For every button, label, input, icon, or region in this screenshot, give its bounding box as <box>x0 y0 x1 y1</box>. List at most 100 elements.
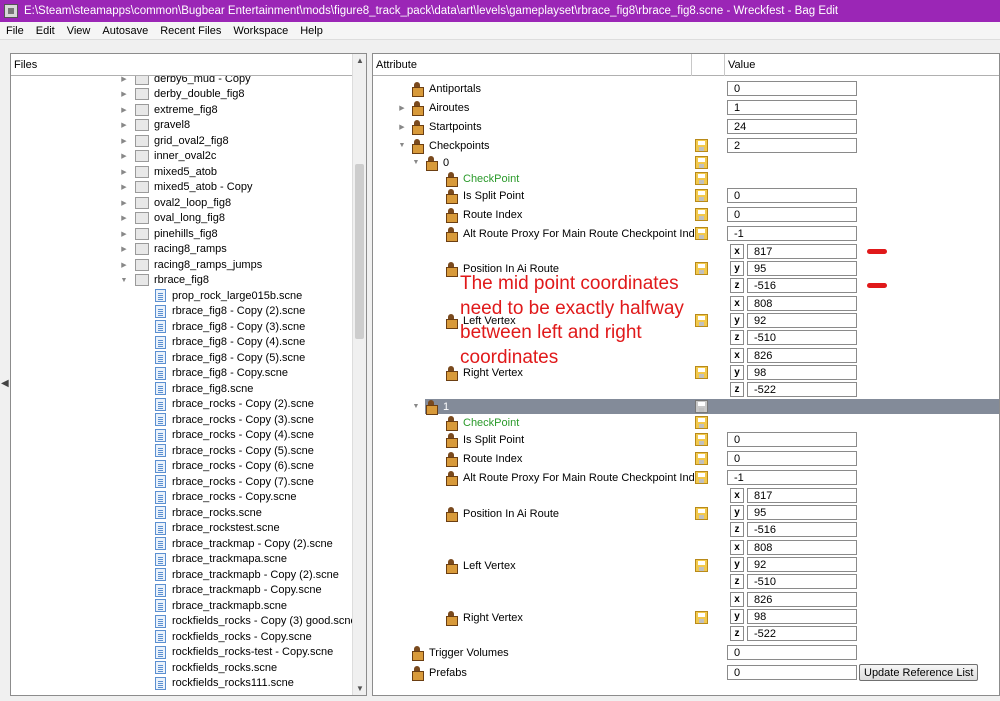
menu-file[interactable]: File <box>0 25 30 37</box>
right-vertex-z-value[interactable] <box>747 626 857 641</box>
folder-tree-item[interactable]: ▶ extreme_fig8 <box>119 102 218 117</box>
save-icon[interactable] <box>695 208 708 221</box>
is-split-point-value[interactable] <box>727 432 857 447</box>
file-tree-item[interactable]: rbrace_rockstest.scne <box>155 521 280 536</box>
file-tree-item[interactable]: rbrace_fig8 - Copy.scne <box>155 366 288 381</box>
expand-arrow-icon[interactable]: ▶ <box>119 90 129 98</box>
folder-tree-item[interactable]: ▶ pinehills_fig8 <box>119 226 218 241</box>
folder-tree-item[interactable]: ▶ racing8_ramps <box>119 242 227 257</box>
row-route-index[interactable]: Route Index <box>445 206 522 223</box>
scroll-thumb[interactable] <box>355 164 364 339</box>
route-index-value[interactable] <box>727 207 857 222</box>
save-icon[interactable] <box>695 172 708 185</box>
file-tree-item[interactable]: rockfields_rocks - Copy (3) good.scne <box>155 614 352 629</box>
column-value[interactable]: Value <box>728 59 755 71</box>
files-tree[interactable]: ▶ derby6_mud - Copy ▶ derby_double_fig8 ▶ ext… <box>11 76 352 695</box>
column-divider[interactable] <box>691 54 692 76</box>
expand-arrow-icon[interactable]: ▶ <box>119 106 129 114</box>
position-y-value[interactable] <box>747 261 857 276</box>
scroll-up-arrow-icon[interactable]: ▲ <box>353 54 366 68</box>
folder-tree-item[interactable]: ▶ mixed5_atob <box>119 164 217 179</box>
position-x-value[interactable] <box>747 488 857 503</box>
save-icon[interactable] <box>695 559 708 572</box>
file-tree-item[interactable]: rbrace_fig8.scne <box>155 381 253 396</box>
scroll-down-arrow-icon[interactable]: ▼ <box>353 682 366 695</box>
position-y-value[interactable] <box>747 505 857 520</box>
folder-tree-item[interactable]: ▶ gravel8 <box>119 118 190 133</box>
startpoints-value[interactable] <box>727 119 857 134</box>
left-vertex-z-value[interactable] <box>747 330 857 345</box>
folder-tree-item[interactable]: ▶ mixed5_atob - Copy <box>119 180 252 195</box>
folder-tree-item[interactable]: ▼ rbrace_fig8 <box>119 273 209 288</box>
folder-tree-item[interactable]: ▶ racing8_ramps_jumps <box>119 257 262 272</box>
folder-tree-item[interactable]: ▶ oval_long_fig8 <box>119 211 225 226</box>
column-attribute[interactable]: Attribute <box>376 59 417 71</box>
row-right-vertex[interactable]: Right Vertex <box>445 609 523 626</box>
row-antiportals[interactable]: Antiportals <box>397 80 481 97</box>
save-icon[interactable] <box>695 416 708 429</box>
save-icon[interactable] <box>695 433 708 446</box>
left-vertex-y-value[interactable] <box>747 557 857 572</box>
left-vertex-x-value[interactable] <box>747 540 857 555</box>
expand-arrow-icon[interactable]: ▶ <box>119 168 129 176</box>
right-vertex-x-value[interactable] <box>747 348 857 363</box>
folder-tree-item[interactable]: ▶ inner_oval2c <box>119 149 216 164</box>
files-scrollbar[interactable]: ▲ ▼ <box>352 54 366 695</box>
expand-arrow-icon[interactable]: ▶ <box>119 199 129 207</box>
file-tree-item[interactable]: rbrace_fig8 - Copy (5).scne <box>155 350 305 365</box>
expand-arrow-icon[interactable]: ▶ <box>119 121 129 129</box>
folder-tree-item[interactable]: ▶ grid_oval2_fig8 <box>119 133 229 148</box>
row-alt-route-proxy[interactable]: Alt Route Proxy For Main Route Checkpoin… <box>445 225 706 242</box>
folder-tree-item[interactable]: ▶ derby_double_fig8 <box>119 87 245 102</box>
save-icon[interactable] <box>695 471 708 484</box>
alt-route-proxy-value[interactable] <box>727 470 857 485</box>
save-icon[interactable] <box>695 452 708 465</box>
folder-tree-item[interactable]: ▶ derby6_mud - Copy <box>119 76 251 86</box>
file-tree-item[interactable]: rockfields_rocks111.scne <box>155 676 294 691</box>
file-tree-item[interactable]: rbrace_trackmapa.scne <box>155 552 287 567</box>
right-vertex-y-value[interactable] <box>747 365 857 380</box>
column-divider[interactable] <box>724 54 725 76</box>
expand-arrow-icon[interactable]: ▶ <box>119 261 129 269</box>
row-left-vertex[interactable]: Left Vertex <box>445 557 516 574</box>
row-checkpoint-type[interactable]: CheckPoint <box>445 414 519 431</box>
row-position-in-ai-route[interactable]: Position In Ai Route <box>445 505 559 522</box>
left-vertex-z-value[interactable] <box>747 574 857 589</box>
collapse-arrow-icon[interactable]: ▼ <box>411 159 421 166</box>
row-airoutes[interactable]: ▶ Airoutes <box>397 99 469 116</box>
prefabs-value[interactable] <box>727 665 857 680</box>
file-tree-item[interactable]: rbrace_fig8 - Copy (3).scne <box>155 319 305 334</box>
folder-tree-item[interactable]: ▶ oval2_loop_fig8 <box>119 195 231 210</box>
file-tree-item[interactable]: rockfields_rocks - Copy.scne <box>155 629 312 644</box>
expand-arrow-icon[interactable]: ▶ <box>119 137 129 145</box>
expand-arrow-icon[interactable]: ▶ <box>119 214 129 222</box>
expand-arrow-icon[interactable]: ▶ <box>119 245 129 253</box>
position-z-value[interactable] <box>747 278 857 293</box>
file-tree-item[interactable]: rbrace_rocks - Copy (2).scne <box>155 397 314 412</box>
left-vertex-x-value[interactable] <box>747 296 857 311</box>
expand-arrow-icon[interactable]: ▶ <box>397 123 407 131</box>
airoutes-value[interactable] <box>727 100 857 115</box>
save-icon[interactable] <box>695 156 708 169</box>
file-tree-item[interactable]: rbrace_trackmapb - Copy (2).scne <box>155 567 339 582</box>
row-prefabs[interactable]: Prefabs <box>397 664 467 681</box>
row-checkpoints[interactable]: ▼ Checkpoints <box>397 137 490 154</box>
menu-help[interactable]: Help <box>294 25 329 37</box>
position-z-value[interactable] <box>747 522 857 537</box>
file-tree-item[interactable]: rbrace_rocks - Copy (4).scne <box>155 428 314 443</box>
file-tree-item[interactable]: rbrace_fig8 - Copy (4).scne <box>155 335 305 350</box>
collapse-panel-arrow-icon[interactable]: ◀ <box>1 378 9 389</box>
expand-arrow-icon[interactable]: ▶ <box>119 152 129 160</box>
right-vertex-x-value[interactable] <box>747 592 857 607</box>
alt-route-proxy-value[interactable] <box>727 226 857 241</box>
save-icon[interactable] <box>695 227 708 240</box>
row-checkpoint-type[interactable]: CheckPoint <box>445 170 519 187</box>
row-is-split-point[interactable]: Is Split Point <box>445 431 524 448</box>
save-icon[interactable] <box>695 611 708 624</box>
file-tree-item[interactable]: rbrace_fig8 - Copy (2).scne <box>155 304 305 319</box>
menu-recent-files[interactable]: Recent Files <box>154 25 227 37</box>
left-vertex-y-value[interactable] <box>747 313 857 328</box>
checkpoints-value[interactable] <box>727 138 857 153</box>
file-tree-item[interactable]: prop_rock_large015b.scne <box>155 288 302 303</box>
expand-arrow-icon[interactable]: ▶ <box>119 76 129 83</box>
